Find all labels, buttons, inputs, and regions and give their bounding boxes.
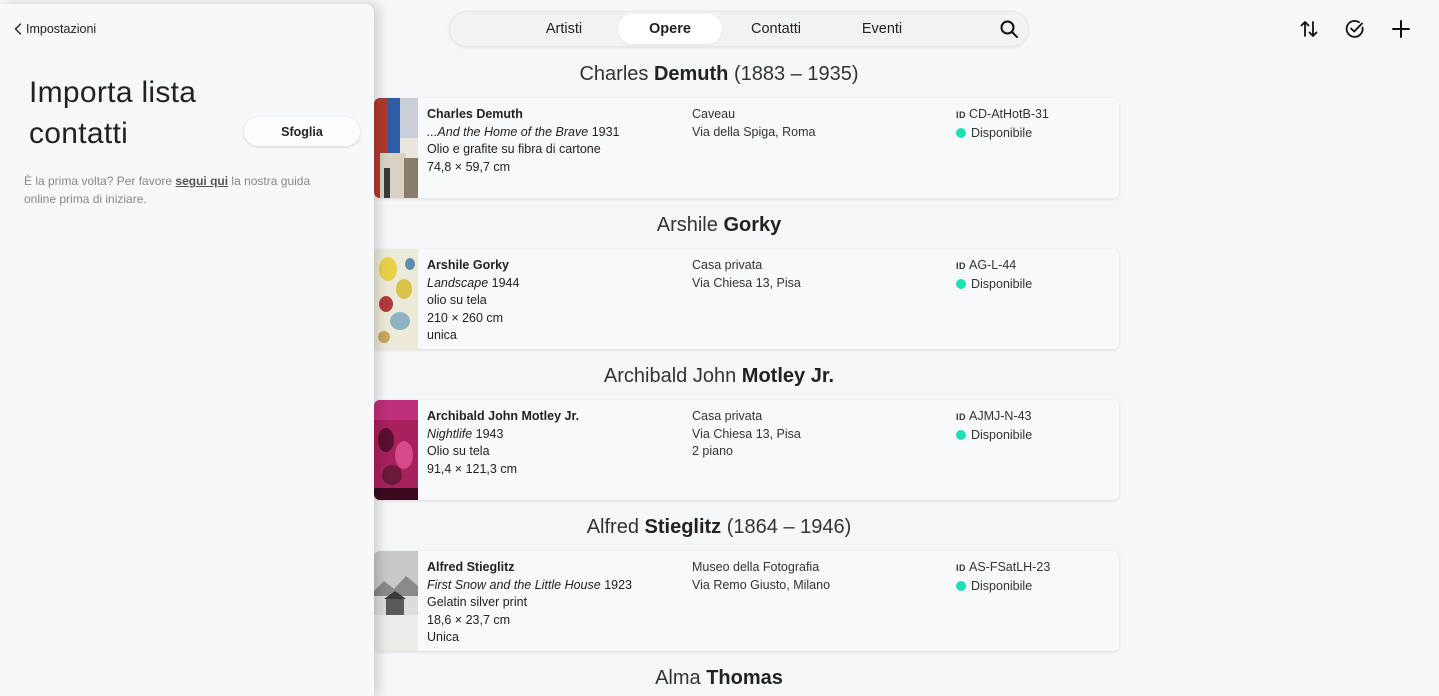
artist-name: Arshile Gorky bbox=[427, 258, 509, 272]
artwork-info: Archibald John Motley Jr. Nightlife 1943… bbox=[427, 408, 687, 478]
artist-name: Alfred Stieglitz bbox=[427, 560, 515, 574]
artwork-dimensions: 91,4 × 121,3 cm bbox=[427, 461, 517, 476]
guide-link[interactable]: segui qui bbox=[175, 174, 228, 188]
back-button[interactable]: Impostazioni bbox=[14, 22, 96, 36]
artist-name: Charles Demuth bbox=[427, 107, 523, 121]
artwork-card[interactable]: Arshile Gorky Landscape 1944 olio su tel… bbox=[374, 249, 1119, 349]
artwork-title-line: ...And the Home of the Brave 1931 bbox=[427, 124, 620, 139]
tab-opere[interactable]: Opere bbox=[618, 14, 722, 44]
artwork-id: AG-L-44 bbox=[969, 258, 1017, 272]
artwork-id: AJMJ-N-43 bbox=[969, 409, 1032, 423]
artwork-status: ID AS-FSatLH-23 Disponibile bbox=[956, 560, 1051, 593]
artwork-card[interactable]: Archibald John Motley Jr. Nightlife 1943… bbox=[374, 400, 1119, 500]
artwork-medium: Olio su tela bbox=[427, 444, 490, 459]
artwork-thumbnail bbox=[374, 249, 418, 349]
artwork-medium: Gelatin silver print bbox=[427, 595, 528, 610]
status-dot bbox=[956, 127, 966, 138]
artist-heading: Arshile Gorky bbox=[656, 214, 782, 236]
select-check-icon[interactable] bbox=[1344, 18, 1366, 40]
tab-contatti[interactable]: Contatti bbox=[724, 14, 828, 44]
import-contacts-panel: Impostazioni Importa lista contatti Sfog… bbox=[0, 4, 374, 696]
artwork-edition: Unica bbox=[427, 630, 459, 645]
artwork-title-line: Landscape 1944 bbox=[427, 275, 520, 290]
artwork-location: Museo della Fotografia Via Remo Giusto, … bbox=[692, 560, 831, 592]
status-badge: Disponibile bbox=[971, 427, 1033, 442]
chevron-left-icon bbox=[14, 23, 22, 35]
artwork-title-line: First Snow and the Little House 1923 bbox=[427, 577, 632, 592]
artwork-status: ID AG-L-44 Disponibile bbox=[956, 258, 1033, 291]
sort-icon[interactable] bbox=[1298, 18, 1320, 40]
browse-button[interactable]: Sfoglia bbox=[244, 117, 360, 146]
status-dot bbox=[956, 429, 966, 440]
artist-name: Archibald John Motley Jr. bbox=[427, 409, 580, 423]
status-badge: Disponibile bbox=[971, 125, 1033, 140]
artwork-status: ID AJMJ-N-43 Disponibile bbox=[956, 409, 1033, 442]
help-text: È la prima volta? Per favore segui qui l… bbox=[24, 174, 311, 206]
artist-heading: Alfred Stieglitz (1864 – 1946) bbox=[586, 516, 852, 538]
artwork-info: Alfred Stieglitz First Snow and the Litt… bbox=[427, 559, 687, 647]
artwork-card[interactable]: Alfred Stieglitz First Snow and the Litt… bbox=[374, 551, 1119, 651]
artwork-thumbnail bbox=[374, 551, 418, 651]
status-dot bbox=[956, 278, 966, 289]
back-label: Impostazioni bbox=[26, 22, 97, 36]
page-title: Importa lista contatti bbox=[29, 76, 197, 150]
artwork-dimensions: 18,6 × 23,7 cm bbox=[427, 612, 511, 627]
artist-heading: Alma Thomas bbox=[655, 667, 783, 689]
section-tabs: Artisti Opere Contatti Eventi bbox=[449, 11, 1029, 47]
artwork-dimensions: 210 × 260 cm bbox=[427, 310, 504, 325]
artwork-medium: Olio e grafite su fibra di cartone bbox=[427, 142, 601, 157]
status-badge: Disponibile bbox=[971, 578, 1033, 593]
artwork-info: Charles Demuth ...And the Home of the Br… bbox=[427, 106, 687, 176]
add-icon[interactable] bbox=[1390, 18, 1412, 40]
search-icon[interactable] bbox=[999, 19, 1019, 39]
artwork-title-line: Nightlife 1943 bbox=[427, 426, 504, 441]
artwork-thumbnail bbox=[374, 400, 418, 500]
artwork-thumbnail bbox=[374, 98, 418, 198]
artwork-location: Caveau Via della Spiga, Roma bbox=[692, 107, 816, 139]
tab-artisti[interactable]: Artisti bbox=[512, 14, 616, 44]
artwork-edition: unica bbox=[427, 328, 457, 343]
artwork-location: Casa privata Via Chiesa 13, Pisa 2 piano bbox=[692, 409, 801, 459]
artist-heading: Archibald John Motley Jr. bbox=[603, 365, 835, 387]
artwork-status: ID CD-AtHotB-31 Disponibile bbox=[956, 107, 1049, 140]
artwork-dimensions: 74,8 × 59,7 cm bbox=[427, 159, 511, 174]
tab-eventi[interactable]: Eventi bbox=[830, 14, 934, 44]
status-dot bbox=[956, 580, 966, 591]
artwork-id: AS-FSatLH-23 bbox=[969, 560, 1051, 574]
status-badge: Disponibile bbox=[971, 276, 1033, 291]
artwork-location: Casa privata Via Chiesa 13, Pisa bbox=[692, 258, 801, 290]
artwork-medium: olio su tela bbox=[427, 293, 487, 308]
artwork-info: Arshile Gorky Landscape 1944 olio su tel… bbox=[427, 257, 687, 345]
artwork-card[interactable]: Charles Demuth ...And the Home of the Br… bbox=[374, 98, 1119, 198]
artist-heading: Charles Demuth (1883 – 1935) bbox=[579, 63, 859, 85]
artwork-id: CD-AtHotB-31 bbox=[969, 107, 1049, 121]
